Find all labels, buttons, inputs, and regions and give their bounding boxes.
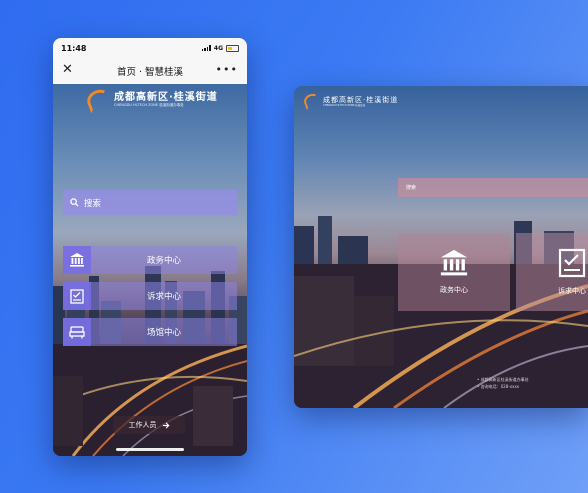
logo-subtitle: CHENGDU HI-TECH ZONE 桂溪街道办事处 [114, 103, 184, 107]
status-bar: 11:48 4G [53, 38, 247, 58]
district-logo: 成都高新区·桂溪街道 CHENGDU HI-TECH ZONE 桂溪街道办事处 [84, 86, 218, 114]
staff-entry-button[interactable]: 工作人员 [113, 416, 185, 434]
phone-mockup: 11:48 4G ✕ 首页 · 智慧桂溪 ••• 成都高新区·桂溪街道 CHEN… [53, 38, 247, 456]
card-label: 政务中心 [440, 286, 468, 294]
tablet-mockup: 成都高新区·桂溪街道 CHENGDU HI-TECH ZONE 桂溪街道 搜索 … [294, 86, 588, 408]
menu-item-label: 政务中心 [91, 246, 237, 274]
logo-title: 成都高新区·桂溪街道 [114, 92, 218, 103]
search-placeholder: 搜索 [406, 185, 417, 191]
card-government-center[interactable]: 政务中心 [398, 233, 510, 311]
checklist-document-icon [558, 248, 586, 278]
home-indicator [116, 448, 184, 451]
page-title: 首页 · 智慧桂溪 [116, 67, 184, 78]
menu-item-government-center[interactable]: 政务中心 [63, 246, 237, 274]
search-icon [70, 198, 79, 207]
menu-item-label: 诉求中心 [91, 282, 237, 310]
close-icon[interactable]: ✕ [62, 62, 73, 78]
search-bar[interactable]: 搜索 [398, 178, 588, 197]
status-time: 11:48 [61, 43, 87, 53]
card-appeal-center[interactable]: 诉求中心 [516, 233, 588, 311]
more-icon[interactable]: ••• [216, 62, 238, 78]
government-building-icon [63, 246, 91, 274]
logo-mark [302, 91, 322, 111]
logo-title: 成都高新区·桂溪街道 [323, 95, 399, 104]
footer-line: • 成都高新区桂溪街道办事处 [477, 377, 529, 382]
home-screen: 成都高新区·桂溪街道 CHENGDU HI-TECH ZONE 桂溪街道办事处 … [53, 84, 247, 456]
status-indicators: 4G [201, 44, 239, 52]
footer-info: • 成都高新区桂溪街道办事处 • 咨询电话：028-xxxx [477, 376, 529, 390]
footer-line: • 咨询电话：028-xxxx [477, 384, 520, 389]
network-label: 4G [213, 44, 223, 52]
district-logo: 成都高新区·桂溪街道 CHENGDU HI-TECH ZONE 桂溪街道 [302, 91, 399, 111]
search-bar[interactable]: 搜索 [63, 190, 237, 215]
mini-program-navbar: ✕ 首页 · 智慧桂溪 ••• [53, 58, 247, 85]
menu-item-appeal-center[interactable]: 诉求中心 [63, 282, 237, 310]
battery-icon [226, 44, 239, 52]
menu-item-venue-center[interactable]: 场馆中心 [63, 318, 237, 346]
menu-item-label: 场馆中心 [91, 318, 237, 346]
checklist-document-icon [63, 282, 91, 310]
venue-icon [63, 318, 91, 346]
signal-icon [201, 45, 211, 51]
card-label: 诉求中心 [558, 287, 586, 295]
logo-mark [84, 86, 114, 114]
search-placeholder: 搜索 [84, 198, 102, 209]
logo-subtitle: CHENGDU HI-TECH ZONE 桂溪街道 [323, 103, 366, 107]
government-building-icon [440, 249, 468, 276]
arrow-right-icon [162, 421, 169, 429]
staff-button-label: 工作人员 [128, 421, 157, 429]
